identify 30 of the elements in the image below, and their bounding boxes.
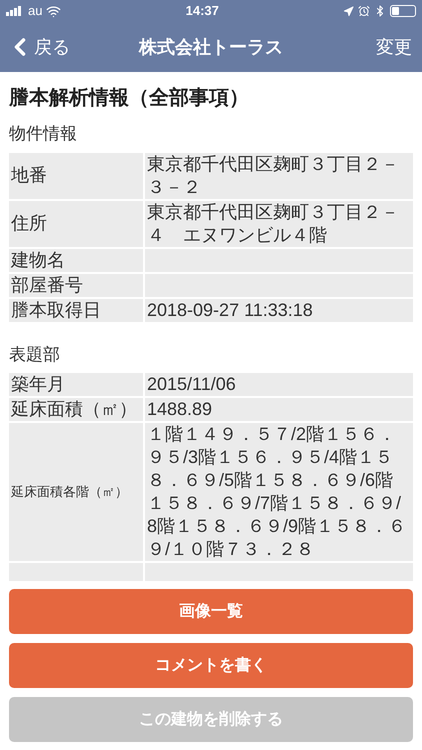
section-title: 物件情報 bbox=[9, 123, 78, 145]
table-cell: 建物名 bbox=[9, 248, 143, 272]
table-cell: 2018-09-27 11:33:18 bbox=[145, 298, 413, 322]
alarm-icon bbox=[358, 5, 370, 17]
signal-icon bbox=[6, 6, 24, 16]
wifi-icon bbox=[46, 4, 62, 18]
bluetooth-icon bbox=[374, 5, 386, 17]
table-cell: 1488.89 bbox=[145, 398, 413, 421]
table-cell: １階１４９．５７/2階１５６．９５/3階１５６．９５/4階１５８．６９/5階１５８．６９/6階１５８．６９/7階１５８．６９/8階１５８．６９/9階１５８．６９/１０階７３．２８ bbox=[145, 423, 413, 561]
table-cell: 2015/11/06 bbox=[145, 373, 413, 396]
section-title: 表題部 bbox=[9, 344, 61, 366]
action-button[interactable]: コメントを書く bbox=[9, 643, 413, 688]
table-cell: 築年月 bbox=[9, 373, 143, 396]
table-cell: 東京都千代田区麹町３丁目２－４ エヌワンビル４階 bbox=[145, 200, 413, 246]
edit-button[interactable]: 変更 bbox=[376, 34, 412, 60]
table-cell: 住所 bbox=[9, 200, 143, 246]
table-cell: 延床面積各階（㎡） bbox=[9, 423, 143, 561]
table-cell: 部屋番号 bbox=[9, 274, 143, 296]
table-cell: 東京都千代田区麹町３丁目２－３－２ bbox=[145, 152, 413, 198]
location-icon bbox=[343, 6, 354, 16]
table-cell: 謄本取得日 bbox=[9, 298, 143, 322]
action-button[interactable]: 画像一覧 bbox=[9, 589, 413, 634]
clock-time: 14:37 bbox=[184, 2, 220, 20]
page-title: 謄本解析情報（全部事項） bbox=[9, 86, 250, 111]
back-button[interactable]: 戻る bbox=[6, 33, 70, 61]
window-title: 株式会社トーラス bbox=[139, 36, 283, 58]
table-cell: 延床面積（㎡） bbox=[9, 398, 143, 421]
battery-icon bbox=[390, 5, 416, 17]
carrier-name: au bbox=[28, 2, 42, 20]
table-cell: 地番 bbox=[9, 152, 143, 198]
